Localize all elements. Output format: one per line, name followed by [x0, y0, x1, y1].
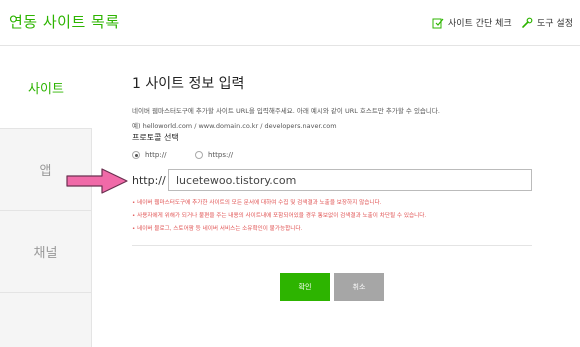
site-url-input[interactable]	[168, 169, 532, 191]
wrench-icon	[522, 17, 533, 28]
notes-list: • 네이버 웹마스터도구에 추가한 사이트의 모든 문서에 대하여 수집 및 검…	[132, 197, 532, 236]
note-item: • 네이버 블로그, 스토어팜 등 네이버 서비스는 소유확인이 불가능합니다.	[132, 226, 303, 232]
url-prefix: http://	[132, 174, 166, 187]
radio-https-label: https://	[208, 151, 234, 159]
tab-site[interactable]: 사이트	[0, 46, 92, 128]
radio-https-circle[interactable]	[195, 151, 203, 159]
tool-settings-label: 도구 설정	[537, 19, 573, 29]
edit-check-icon	[432, 18, 444, 28]
cancel-button[interactable]: 취소	[334, 273, 384, 301]
site-info-form: 1 사이트 정보 입력 네이버 웹마스터도구에 추가할 사이트 URL을 입력해…	[92, 46, 580, 347]
radio-https[interactable]: https://	[195, 151, 233, 159]
header-bar: 연동 사이트 목록 사이트 간단 체크 도구 설정	[0, 0, 580, 46]
radio-http-circle[interactable]	[132, 151, 140, 159]
sidebar: 사이트 앱 채널	[0, 46, 92, 347]
url-example: 예) helloworld.com / www.domain.co.kr / d…	[132, 122, 337, 130]
pointer-arrow-icon	[66, 168, 128, 194]
page-title: 연동 사이트 목록	[9, 13, 120, 31]
divider	[132, 245, 532, 246]
note-item: • 네이버 웹마스터도구에 추가한 사이트의 모든 문서에 대하여 수집 및 검…	[132, 200, 382, 206]
tool-settings-link[interactable]: 도구 설정	[521, 16, 573, 29]
confirm-button[interactable]: 확인	[280, 273, 330, 301]
form-description: 네이버 웹마스터도구에 추가할 사이트 URL을 입력해주세요. 아래 예시와 …	[132, 107, 440, 115]
radio-http[interactable]: http://	[132, 151, 166, 159]
section-title: 1 사이트 정보 입력	[132, 76, 245, 92]
site-check-label: 사이트 간단 체크	[448, 19, 512, 29]
protocol-label: 프로토콜 선택	[132, 133, 179, 142]
sidebar-filler	[0, 292, 92, 347]
site-check-link[interactable]: 사이트 간단 체크	[432, 16, 512, 29]
note-item: • 사용자에게 위해가 되거나 불편을 주는 내용의 사이트내에 포함되어있을 …	[132, 213, 427, 219]
tab-channel[interactable]: 채널	[0, 210, 92, 292]
radio-http-label: http://	[145, 151, 167, 159]
